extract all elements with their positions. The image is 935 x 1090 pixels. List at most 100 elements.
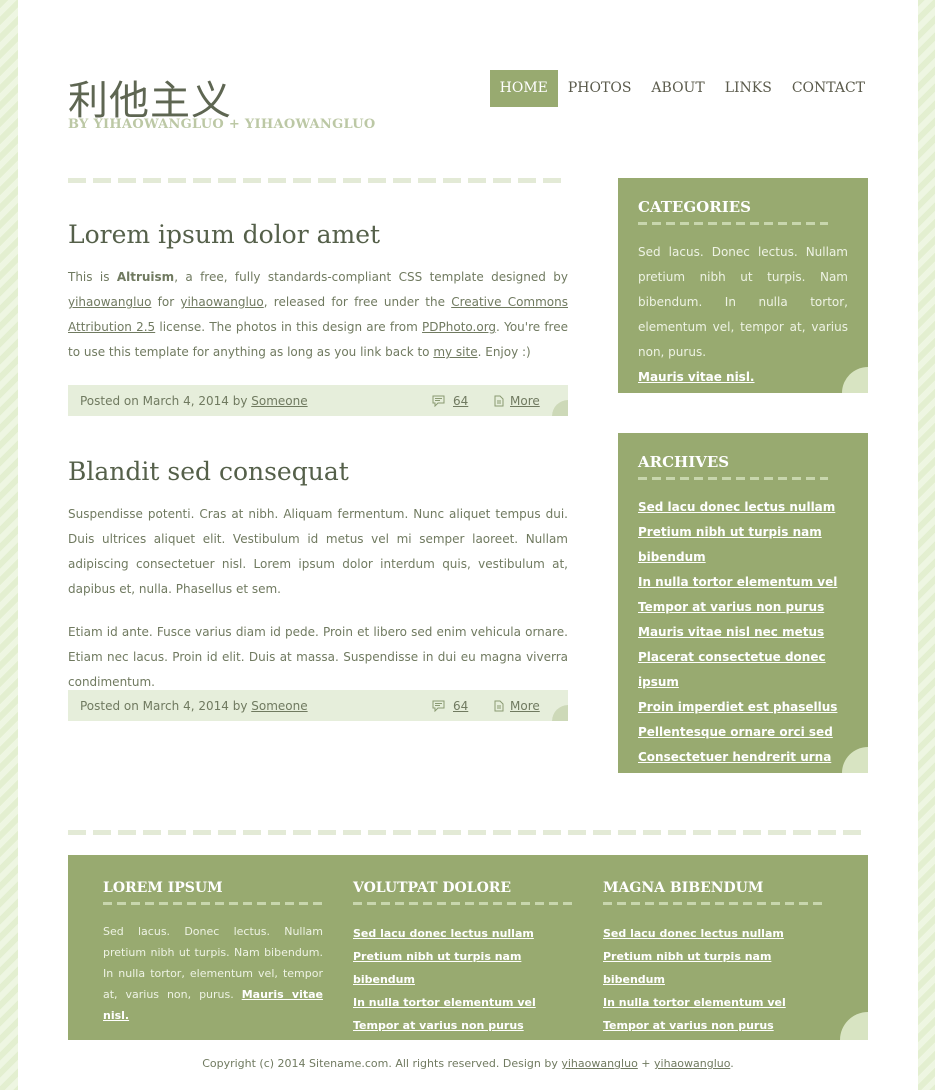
footer-link[interactable]: Tempor at varius non purus: [353, 1019, 524, 1032]
post-2: Blandit sed consequat Suspendisse potent…: [68, 457, 568, 695]
list-item: Elit eleifend nunc ut dolor: [638, 770, 848, 795]
site-subtitle: BY YIHAOWANGLUO + YIHAOWANGLUO: [68, 117, 376, 132]
page-curl: [842, 367, 868, 393]
categories-body: Sed lacus. Donec lectus. Nullam pretium …: [638, 245, 848, 359]
comments-link-group[interactable]: 64: [432, 699, 468, 713]
post-text: license. The photos in this design are f…: [155, 320, 423, 334]
archive-link[interactable]: Proin imperdiet est phasellus: [638, 700, 837, 714]
post-text: for: [151, 295, 181, 309]
list-item: Sed lacu donec lectus nullam: [353, 921, 573, 944]
copyright-text: Copyright (c) 2014 Sitename.com. All rig…: [202, 1057, 562, 1070]
photo-source-link[interactable]: PDPhoto.org: [422, 320, 496, 334]
post-meta: Posted on March 4, 2014 by Someone: [80, 394, 308, 408]
document-icon: [494, 700, 504, 712]
categories-link[interactable]: Mauris vitae nisl.: [638, 370, 755, 384]
list-item: Sed lacu donec lectus nullam: [603, 921, 823, 944]
list-item: In nulla tortor elementum vel: [353, 990, 573, 1013]
footer-col-volutpat: VOLUTPAT DOLORE Sed lacu donec lectus nu…: [353, 880, 573, 1036]
copyright-text: +: [637, 1057, 655, 1070]
archive-link[interactable]: Mauris vitae nisl nec metus: [638, 625, 824, 639]
footer-link[interactable]: Sed lacu donec lectus nullam: [603, 927, 784, 940]
designer-link[interactable]: yihaowangluo: [68, 295, 151, 309]
author-link[interactable]: Someone: [251, 394, 307, 408]
footer-link[interactable]: Tempor at varius non purus: [603, 1019, 774, 1032]
nav-about[interactable]: ABOUT: [641, 70, 714, 107]
nav-contact[interactable]: CONTACT: [782, 70, 875, 107]
designer-link[interactable]: yihaowangluo: [654, 1057, 730, 1070]
categories-text: Sed lacus. Donec lectus. Nullam pretium …: [638, 240, 848, 390]
page: 利他主义 BY YIHAOWANGLUO + YIHAOWANGLUO HOME…: [18, 0, 918, 1090]
divider-footer: [68, 830, 868, 835]
more-link[interactable]: More: [510, 394, 540, 408]
title-underline: [103, 902, 323, 905]
list-item: Placerat consectetue donec ipsum: [638, 645, 848, 695]
post-body: This is Altruism, a free, fully standard…: [68, 265, 568, 365]
list-item: In nulla tortor elementum vel: [638, 570, 848, 595]
nav-home[interactable]: HOME: [489, 70, 558, 107]
post-1: Lorem ipsum dolor amet This is Altruism,…: [68, 220, 568, 365]
footer-text: Sed lacus. Donec lectus. Nullam pretium …: [103, 921, 323, 1026]
more-link-group[interactable]: More: [494, 699, 540, 713]
nav-photos[interactable]: PHOTOS: [558, 70, 642, 107]
post-date: Posted on March 4, 2014 by: [80, 394, 252, 408]
more-link-group[interactable]: More: [494, 394, 540, 408]
title-underline: [353, 902, 573, 905]
archive-link[interactable]: Elit eleifend nunc ut dolor: [638, 775, 814, 789]
speech-bubble-icon: [432, 395, 445, 407]
list-item: Consectetuer hendrerit urna: [638, 745, 848, 770]
list-item: Mauris vitae nisl nec metus: [638, 620, 848, 645]
designer-link[interactable]: yihaowangluo: [180, 295, 263, 309]
list-item: Pretium nibh ut turpis nam bibendum: [603, 944, 823, 990]
footer-col-magna: MAGNA BIBENDUM Sed lacu donec lectus nul…: [603, 880, 823, 1036]
footer-link[interactable]: Pretium nibh ut turpis nam bibendum: [353, 950, 521, 986]
post-title[interactable]: Blandit sed consequat: [68, 457, 568, 486]
archive-link[interactable]: Pretium nibh ut turpis nam bibendum: [638, 525, 822, 564]
archive-link[interactable]: Pellentesque ornare orci sed: [638, 725, 833, 739]
post-text: , a free, fully standards-compliant CSS …: [174, 270, 568, 284]
post-date: Posted on March 4, 2014 by: [80, 699, 252, 713]
archive-link[interactable]: Placerat consectetue donec ipsum: [638, 650, 826, 689]
archive-link[interactable]: Sed lacu donec lectus nullam: [638, 500, 835, 514]
footer-list: Sed lacu donec lectus nullam Pretium nib…: [603, 921, 823, 1036]
copyright-text: .: [730, 1057, 734, 1070]
archive-link[interactable]: In nulla tortor elementum vel: [638, 575, 837, 589]
list-item: Pretium nibh ut turpis nam bibendum: [638, 520, 848, 570]
page-curl: [840, 1012, 868, 1040]
more-link[interactable]: More: [510, 699, 540, 713]
list-item: In nulla tortor elementum vel: [603, 990, 823, 1013]
archives-box: ARCHIVES Sed lacu donec lectus nullam Pr…: [618, 433, 868, 789]
archive-link[interactable]: Consectetuer hendrerit urna: [638, 750, 831, 764]
footer-col-title: MAGNA BIBENDUM: [603, 880, 764, 896]
post-title[interactable]: Lorem ipsum dolor amet: [68, 220, 568, 249]
my-site-link[interactable]: my site: [433, 345, 477, 359]
title-underline: [638, 222, 828, 225]
footer-link[interactable]: Pretium nibh ut turpis nam bibendum: [603, 950, 771, 986]
post-meta: Posted on March 4, 2014 by Someone: [80, 699, 308, 713]
comments-count-link[interactable]: 64: [453, 394, 468, 408]
list-item: Tempor at varius non purus: [638, 595, 848, 620]
archive-link[interactable]: Tempor at varius non purus: [638, 600, 824, 614]
nav-links[interactable]: LINKS: [715, 70, 782, 107]
post-body: Etiam id ante. Fusce varius diam id pede…: [68, 625, 568, 689]
title-underline: [603, 902, 823, 905]
footer-link[interactable]: In nulla tortor elementum vel: [353, 996, 536, 1009]
footer-col-title: LOREM IPSUM: [103, 880, 223, 896]
comments-count-link[interactable]: 64: [453, 699, 468, 713]
categories-box: CATEGORIES Sed lacus. Donec lectus. Null…: [618, 178, 868, 393]
list-item: Proin imperdiet est phasellus: [638, 695, 848, 720]
page-curl: [842, 747, 868, 773]
footer-link[interactable]: Sed lacu donec lectus nullam: [353, 927, 534, 940]
footer-link[interactable]: In nulla tortor elementum vel: [603, 996, 786, 1009]
designer-link[interactable]: yihaowangluo: [561, 1057, 637, 1070]
post-brand: Altruism: [116, 270, 175, 284]
footer-list: Sed lacu donec lectus nullam Pretium nib…: [353, 921, 573, 1036]
footer-col-title: VOLUTPAT DOLORE: [353, 880, 512, 896]
post-meta-bar: Posted on March 4, 2014 by Someone 64 Mo…: [68, 690, 568, 721]
title-underline: [638, 477, 828, 480]
archives-title: ARCHIVES: [638, 453, 730, 471]
post-text: . Enjoy :): [477, 345, 531, 359]
author-link[interactable]: Someone: [251, 699, 307, 713]
page-curl: [552, 705, 568, 721]
comments-link-group[interactable]: 64: [432, 394, 468, 408]
list-item: Pellentesque ornare orci sed: [638, 720, 848, 745]
